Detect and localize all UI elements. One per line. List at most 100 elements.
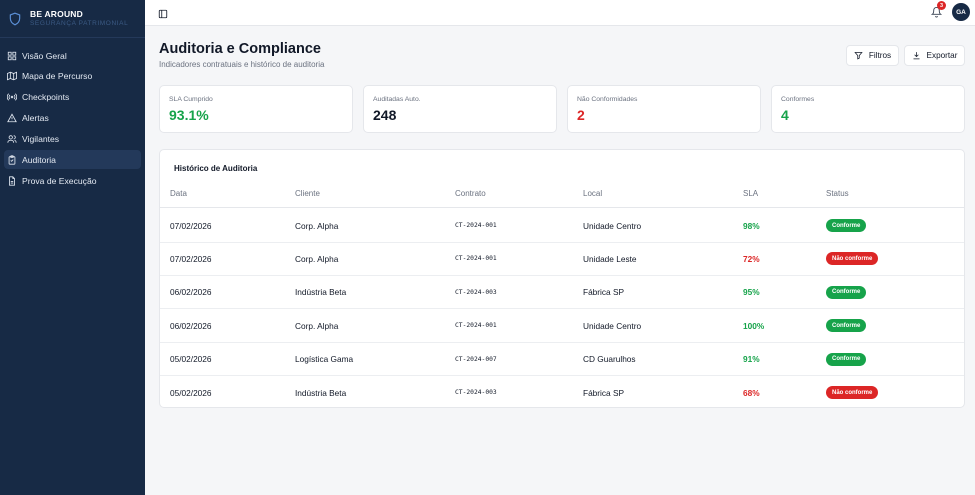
topbar: 3 GA [145,0,975,26]
status-badge: Conforme [826,352,867,366]
sidebar-item-checkpoints[interactable]: Checkpoints [4,88,141,107]
sidebar-item-vigilantes[interactable]: Vigilantes [4,130,141,149]
sidebar-item-label: Vigilantes [22,134,60,145]
stat-label: Auditadas Auto. [373,96,421,103]
stat-card-nao-conformidades: Não Conformidades 2 [567,85,761,133]
sidebar: BE AROUND SEGURANÇA PATRIMONIAL Visão Ge… [0,0,145,495]
sidebar-item-label: Alertas [22,113,49,124]
column-header-contrato[interactable]: Contrato [455,189,486,198]
cell-date: 07/02/2026 [170,253,212,264]
column-header-cliente[interactable]: Cliente [295,189,320,198]
sidebar-item-alertas[interactable]: Alertas [4,109,141,128]
table-row[interactable]: 05/02/2026 Logística Gama CT-2024-007 CD Gu… [160,343,964,377]
cell-status: Conforme [826,343,867,376]
audit-history-panel: Histórico de Auditoria Data Cliente Cont… [159,149,965,408]
cell-client: Corp. Alpha [295,320,339,331]
sidebar-item-mapa-de-percurso[interactable]: Mapa de Percurso [4,67,141,86]
stats-cards: SLA Cumprido 93.1% Auditadas Auto. 248 N… [159,85,965,133]
stat-label: Não Conformidades [577,96,638,103]
sidebar-nav: Visão Geral Mapa de Percurso Checkpoints… [0,38,145,190]
filter-icon [854,52,863,60]
brand-subtitle: SEGURANÇA PATRIMONIAL [30,20,129,28]
shield-icon [8,11,22,27]
sidebar-item-prova-de-execucao[interactable]: Prova de Execução [4,171,141,190]
status-badge: Não conforme [826,252,879,266]
table-row[interactable]: 07/02/2026 Corp. Alpha CT-2024-001 Unidade … [160,209,964,243]
alert-triangle-icon [7,113,17,123]
radio-icon [7,92,17,102]
column-header-sla[interactable]: SLA [743,189,758,198]
stat-card-auditadas: Auditadas Auto. 248 [363,85,557,133]
cell-contract: CT-2024-001 [455,322,497,330]
cell-sla: 91% [743,354,760,365]
map-icon [7,71,17,81]
export-button[interactable]: Exportar [904,45,965,66]
stat-card-sla: SLA Cumprido 93.1% [159,85,353,133]
cell-client: Indústria Beta [295,387,347,398]
cell-contract: CT-2024-003 [455,389,497,396]
notification-badge: 3 [937,1,946,10]
cell-contract: CT-2024-001 [455,255,497,263]
stat-value: 248 [373,107,397,123]
filters-button[interactable]: Filtros [846,45,899,66]
cell-sla: 68% [743,387,760,398]
status-badge: Não conforme [826,386,879,399]
clipboard-icon [7,155,17,165]
sidebar-item-label: Checkpoints [22,92,70,103]
cell-contract: CT-2024-003 [455,288,497,296]
cell-location: Unidade Centro [583,220,642,231]
export-button-label: Exportar [926,51,958,60]
file-text-icon [7,176,17,186]
cell-location: Fábrica SP [583,287,625,298]
cell-client: Corp. Alpha [295,220,339,231]
cell-contract: CT-2024-007 [455,355,497,363]
column-header-data[interactable]: Data [170,189,187,198]
brand-name: BE AROUND [30,8,83,19]
page-subtitle: Indicadores contratuais e histórico de a… [159,60,325,69]
cell-status: Não conforme [826,376,879,409]
filters-button-label: Filtros [868,51,892,60]
cell-status: Conforme [826,209,867,242]
sidebar-item-visao-geral[interactable]: Visão Geral [4,46,141,65]
panel-title: Histórico de Auditoria [174,164,258,173]
main-content: Auditoria e Compliance Indicadores contr… [145,26,975,495]
cell-status: Conforme [826,276,867,309]
brand[interactable]: BE AROUND SEGURANÇA PATRIMONIAL [0,0,145,38]
stat-label: SLA Cumprido [169,96,213,103]
table-row[interactable]: 06/02/2026 Corp. Alpha CT-2024-001 Unidade … [160,309,964,343]
status-badge: Conforme [826,219,867,232]
sidebar-item-label: Mapa de Percurso [22,71,93,82]
users-icon [7,134,17,144]
page-title: Auditoria e Compliance [159,41,321,57]
cell-sla: 100% [743,320,765,331]
cell-location: Unidade Centro [583,320,642,331]
table-header: Data Cliente Contrato Local SLA Status [160,184,964,208]
avatar[interactable]: GA [952,3,970,21]
sidebar-toggle-icon[interactable] [158,6,168,19]
cell-sla: 72% [743,253,760,264]
stat-value: 93.1% [169,107,209,123]
cell-date: 06/02/2026 [170,287,212,298]
sidebar-item-label: Prova de Execução [22,175,97,186]
cell-location: CD Guarulhos [583,354,636,365]
download-icon [913,52,920,60]
column-header-local[interactable]: Local [583,189,602,198]
cell-sla: 98% [743,220,760,231]
sidebar-item-label: Auditoria [22,154,56,165]
grid-icon [7,51,17,61]
table-row[interactable]: 05/02/2026 Indústria Beta CT-2024-003 Fábri… [160,376,964,410]
cell-location: Fábrica SP [583,387,625,398]
status-badge: Conforme [826,285,867,299]
cell-client: Logística Gama [295,354,354,365]
sidebar-item-label: Visão Geral [22,50,67,61]
cell-status: Não conforme [826,242,879,275]
table-row[interactable]: 07/02/2026 Corp. Alpha CT-2024-001 Unidade … [160,242,964,276]
cell-status: Conforme [826,309,867,342]
cell-date: 05/02/2026 [170,387,212,398]
cell-sla: 95% [743,287,760,298]
table-row[interactable]: 06/02/2026 Indústria Beta CT-2024-003 Fábri… [160,276,964,310]
stat-card-conformes: Conformes 4 [771,85,965,133]
stat-label: Conformes [781,96,815,103]
column-header-status[interactable]: Status [826,189,849,198]
sidebar-item-auditoria[interactable]: Auditoria [4,150,141,170]
